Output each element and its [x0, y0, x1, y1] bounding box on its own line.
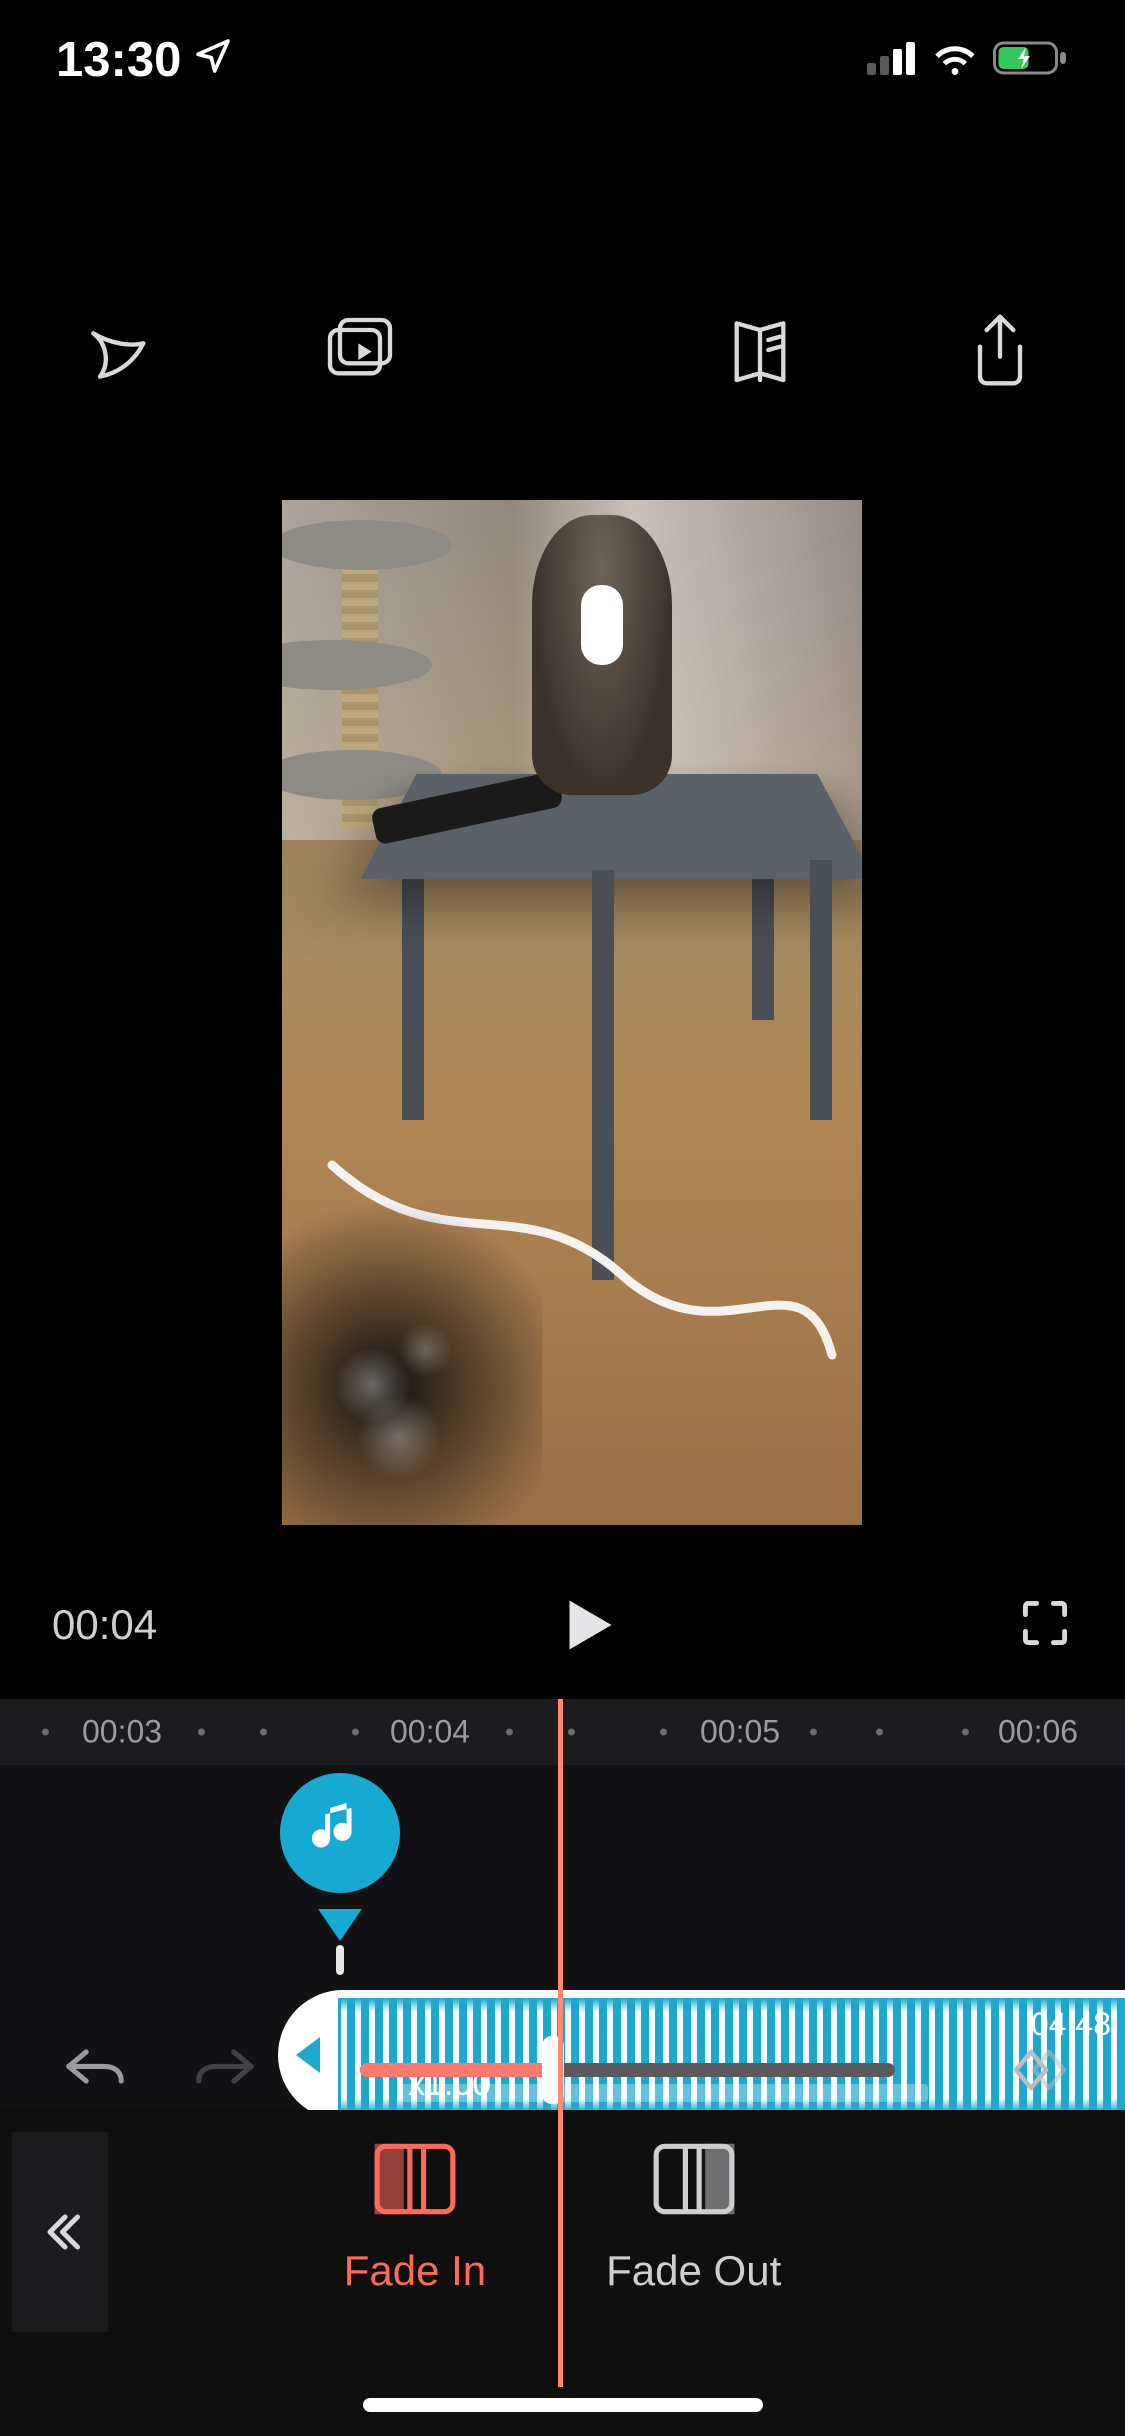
- video-preview[interactable]: [282, 500, 862, 1525]
- fade-in-label: Fade In: [344, 2247, 486, 2295]
- playback-row: 00:04: [0, 1580, 1125, 1670]
- ruler-label: 00:06: [998, 1714, 1078, 1751]
- status-bar: 13:30: [0, 0, 1125, 120]
- preview-decor: [532, 515, 672, 795]
- tutorials-button[interactable]: [725, 310, 805, 390]
- status-time: 13:30: [56, 32, 181, 88]
- share-button[interactable]: [965, 310, 1045, 390]
- undo-button[interactable]: [60, 2040, 130, 2100]
- top-toolbar: [0, 290, 1125, 410]
- fade-out-icon: [651, 2140, 737, 2223]
- preview-decor: [282, 1175, 542, 1525]
- battery-icon: [993, 40, 1069, 81]
- fade-in-button[interactable]: Fade In: [344, 2140, 486, 2295]
- audio-start-marker[interactable]: [280, 1773, 400, 1923]
- location-icon: [193, 32, 233, 88]
- redo-button[interactable]: [190, 2040, 260, 2100]
- fade-in-icon: [372, 2140, 458, 2223]
- ruler-label: 00:05: [700, 1714, 780, 1751]
- fade-out-label: Fade Out: [606, 2247, 781, 2295]
- ruler-label: 00:03: [82, 1714, 162, 1751]
- status-right: [867, 40, 1069, 81]
- zoom-fill: [360, 2063, 553, 2077]
- home-logo-button[interactable]: [80, 310, 160, 390]
- current-time: 00:04: [52, 1601, 157, 1649]
- status-left: 13:30: [56, 32, 233, 88]
- projects-button[interactable]: [320, 310, 400, 390]
- ruler-label: 00:04: [390, 1714, 470, 1751]
- cellular-icon: [867, 41, 917, 80]
- home-indicator[interactable]: [363, 2398, 763, 2412]
- audio-marker-line: [336, 1945, 344, 1975]
- music-note-icon: [307, 1798, 373, 1869]
- zoom-slider[interactable]: [360, 2063, 895, 2077]
- fullscreen-button[interactable]: [1017, 1595, 1073, 1656]
- fade-out-button[interactable]: Fade Out: [606, 2140, 781, 2295]
- wifi-icon: [931, 40, 979, 81]
- keyframe-button[interactable]: [995, 2040, 1065, 2100]
- play-button[interactable]: [552, 1590, 622, 1660]
- playhead[interactable]: [558, 1699, 563, 2387]
